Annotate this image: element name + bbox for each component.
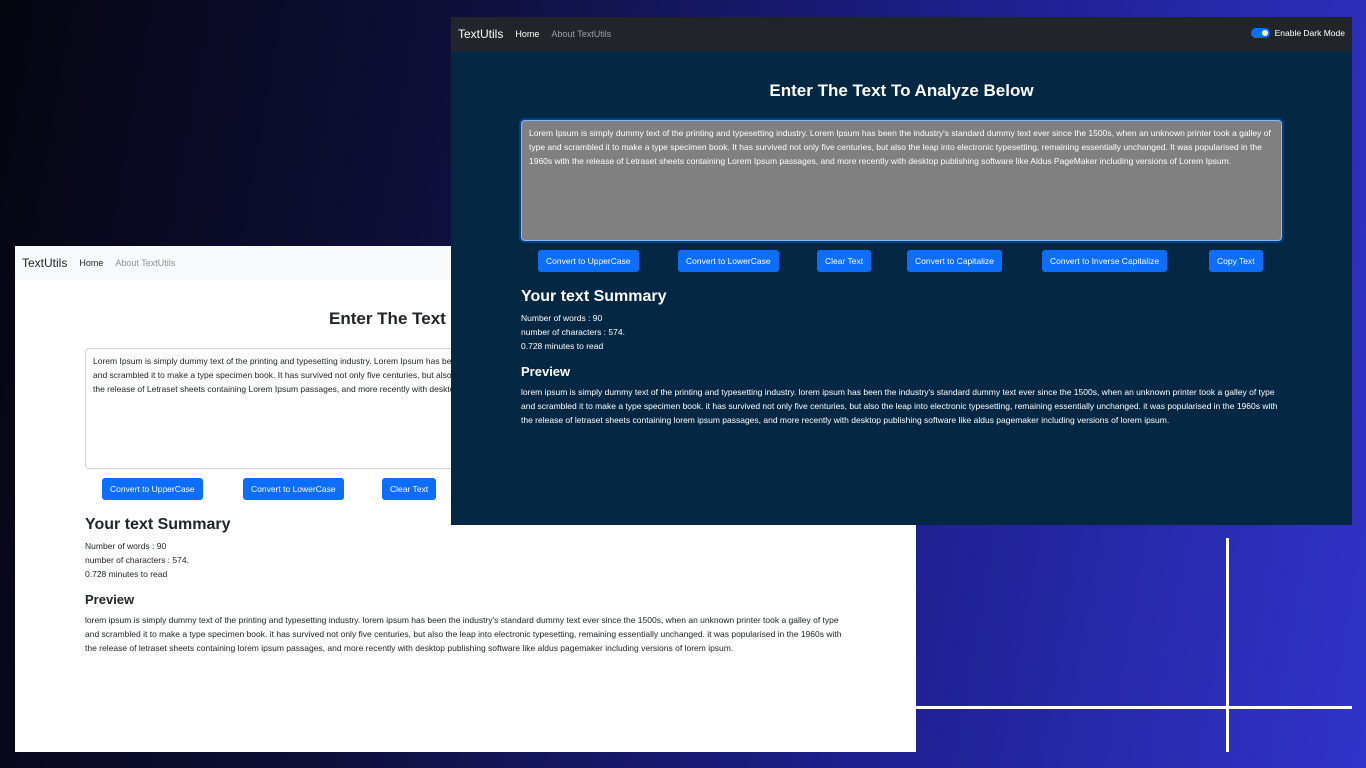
nav-home-link[interactable]: Home <box>515 29 539 39</box>
summary-title: Your text Summary <box>521 288 667 305</box>
capitalize-button[interactable]: Convert to Capitalize <box>907 250 1002 272</box>
dark-mode-label: Enable Dark Mode <box>1274 28 1345 38</box>
nav-home-link[interactable]: Home <box>79 258 103 268</box>
preview-title: Preview <box>85 592 135 607</box>
preview-text: lorem ipsum is simply dummy text of the … <box>85 615 842 653</box>
clear-text-button[interactable]: Clear Text <box>382 478 437 500</box>
navbar-brand[interactable]: TextUtils <box>22 256 67 270</box>
clear-text-button[interactable]: Clear Text <box>817 250 872 272</box>
uppercase-button[interactable]: Convert to UpperCase <box>102 478 203 500</box>
page-heading: Enter The Text <box>329 309 446 328</box>
lowercase-button[interactable]: Convert to LowerCase <box>243 478 344 500</box>
text-input-area[interactable]: Lorem Ipsum is simply dummy text of the … <box>521 120 1282 241</box>
uppercase-button[interactable]: Convert to UpperCase <box>538 250 639 272</box>
dark-mode-switch[interactable]: Enable Dark Mode <box>1250 28 1345 38</box>
decorative-vertical-line <box>1226 538 1229 752</box>
navbar: TextUtils Home About TextUtils Enable Da… <box>451 17 1352 51</box>
lowercase-button[interactable]: Convert to LowerCase <box>678 250 779 272</box>
dark-mode-window: TextUtils Home About TextUtils Enable Da… <box>451 17 1352 525</box>
inverse-capitalize-button[interactable]: Convert to Inverse Capitalize <box>1042 250 1168 272</box>
copy-text-button[interactable]: Copy Text <box>1209 250 1263 272</box>
nav-about-link[interactable]: About TextUtils <box>115 258 175 268</box>
preview-title: Preview <box>521 364 571 379</box>
decorative-horizontal-line <box>916 706 1352 709</box>
read-time: 0.728 minutes to read <box>85 569 168 579</box>
page-heading: Enter The Text To Analyze Below <box>769 81 1034 100</box>
nav-about-link[interactable]: About TextUtils <box>551 29 611 39</box>
navbar-brand[interactable]: TextUtils <box>458 27 503 41</box>
toggle-switch-icon[interactable] <box>1250 28 1270 38</box>
char-count: number of characters : 574. <box>85 555 189 565</box>
summary-title: Your text Summary <box>85 516 231 533</box>
read-time: 0.728 minutes to read <box>521 341 604 351</box>
word-count: Number of words : 90 <box>521 313 603 323</box>
preview-text: lorem ipsum is simply dummy text of the … <box>521 387 1278 425</box>
char-count: number of characters : 574. <box>521 327 625 337</box>
word-count: Number of words : 90 <box>85 541 167 551</box>
